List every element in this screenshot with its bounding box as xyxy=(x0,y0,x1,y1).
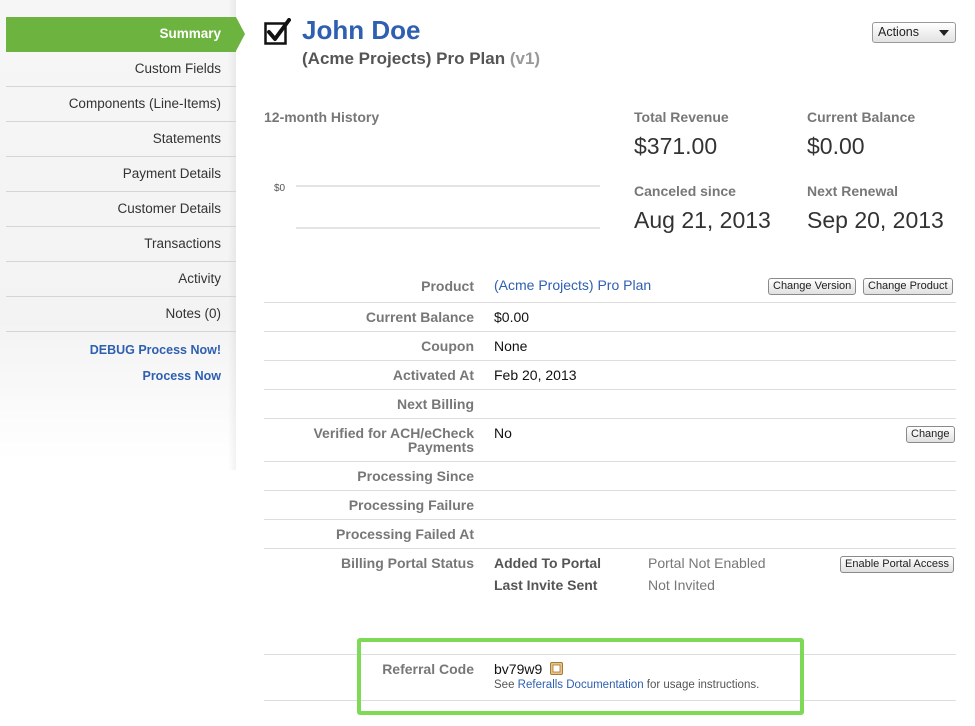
ach-label-line-1: Verified for ACH/eCheck xyxy=(313,425,474,441)
enable-portal-access-button[interactable]: Enable Portal Access xyxy=(840,556,954,573)
row-divider xyxy=(264,418,956,419)
referral-code-row: bv79w9 xyxy=(494,661,564,677)
last-invite-label: Last Invite Sent xyxy=(494,577,598,593)
last-invite-value: Not Invited xyxy=(648,577,715,593)
chart-y-tick: $0 xyxy=(274,183,286,194)
customer-name: John Doe xyxy=(302,15,421,45)
processing-since-label: Processing Since xyxy=(357,468,474,484)
referral-code-label: Referral Code xyxy=(382,661,474,677)
next-renewal-label: Next Renewal xyxy=(807,183,899,199)
sidebar-item-summary[interactable]: Summary xyxy=(6,17,245,52)
sidebar-nav: Summary Custom Fields Components (Line-I… xyxy=(6,17,245,332)
referral-note-prefix: See xyxy=(494,679,515,691)
change-version-button[interactable]: Change Version xyxy=(768,278,857,295)
current-balance-value: $0.00 xyxy=(494,309,530,325)
sidebar-item-customer-details[interactable]: Customer Details xyxy=(6,192,236,227)
debug-process-now-link[interactable]: DEBUG Process Now! xyxy=(90,343,221,357)
caret-down-icon xyxy=(939,30,949,36)
processing-failed-at-label: Processing Failed At xyxy=(336,526,474,542)
referral-note-suffix: for usage instructions. xyxy=(646,679,760,691)
activated-at-label: Activated At xyxy=(392,367,474,383)
ach-value: No xyxy=(494,425,512,441)
plan-version: (v1) xyxy=(509,49,541,68)
referrals-documentation-link[interactable]: Referalls Documentation xyxy=(518,679,644,691)
canceled-since-label: Canceled since xyxy=(634,183,736,199)
total-revenue-value: $371.00 xyxy=(634,133,718,159)
actions-label: Actions xyxy=(878,25,919,39)
history-chart: $0 xyxy=(274,183,600,229)
processing-failure-label: Processing Failure xyxy=(348,497,474,513)
copy-icon[interactable] xyxy=(550,662,564,675)
total-revenue-label: Total Revenue xyxy=(634,109,729,125)
plan-subtitle: (Acme Projects) Pro Plan (v1) xyxy=(302,49,540,69)
process-now-link[interactable]: Process Now xyxy=(142,369,221,383)
portal-status-value: Portal Not Enabled xyxy=(648,555,766,571)
billing-portal-status-label: Billing Portal Status xyxy=(340,555,474,571)
product-label: Product xyxy=(421,278,474,294)
sidebar-item-transactions[interactable]: Transactions xyxy=(6,227,236,262)
sidebar-item-statements[interactable]: Statements xyxy=(6,122,236,157)
next-renewal-value: Sep 20, 2013 xyxy=(807,207,944,233)
row-divider xyxy=(264,519,956,520)
next-billing-label: Next Billing xyxy=(396,396,474,412)
product-link[interactable]: (Acme Projects) Pro Plan xyxy=(494,277,651,293)
referral-code-value: bv79w9 xyxy=(494,661,543,677)
ach-label-line-2: Payments xyxy=(407,439,474,455)
plan-name: (Acme Projects) Pro Plan xyxy=(302,49,506,68)
row-divider xyxy=(264,461,956,462)
change-product-button[interactable]: Change Product xyxy=(863,278,953,295)
change-ach-button[interactable]: Change xyxy=(906,426,955,443)
coupon-value: None xyxy=(494,338,528,354)
referral-note: See Referalls Documentation for usage in… xyxy=(494,679,759,691)
canceled-since-value: Aug 21, 2013 xyxy=(634,207,771,233)
sidebar-item-payment-details[interactable]: Payment Details xyxy=(6,157,236,192)
current-balance-label: Current Balance xyxy=(365,309,474,325)
row-divider xyxy=(264,389,956,390)
row-divider xyxy=(264,302,956,303)
row-divider xyxy=(264,360,956,361)
coupon-label: Coupon xyxy=(421,338,474,354)
sidebar-item-activity[interactable]: Activity xyxy=(6,262,236,297)
actions-dropdown[interactable]: Actions xyxy=(872,22,956,43)
sidebar-item-custom-fields[interactable]: Custom Fields xyxy=(6,52,236,87)
sidebar-item-components[interactable]: Components (Line-Items) xyxy=(6,87,236,122)
row-divider xyxy=(264,490,956,491)
current-balance-stat-value: $0.00 xyxy=(807,133,865,159)
history-title: 12-month History xyxy=(264,109,380,125)
checkbox-checked-icon xyxy=(264,18,291,45)
activated-at-value: Feb 20, 2013 xyxy=(494,367,577,383)
sidebar-item-notes[interactable]: Notes (0) xyxy=(6,297,236,332)
current-balance-stat-label: Current Balance xyxy=(807,109,916,125)
row-divider xyxy=(264,331,956,332)
row-divider xyxy=(264,548,956,549)
added-to-portal-label: Added To Portal xyxy=(494,555,602,571)
